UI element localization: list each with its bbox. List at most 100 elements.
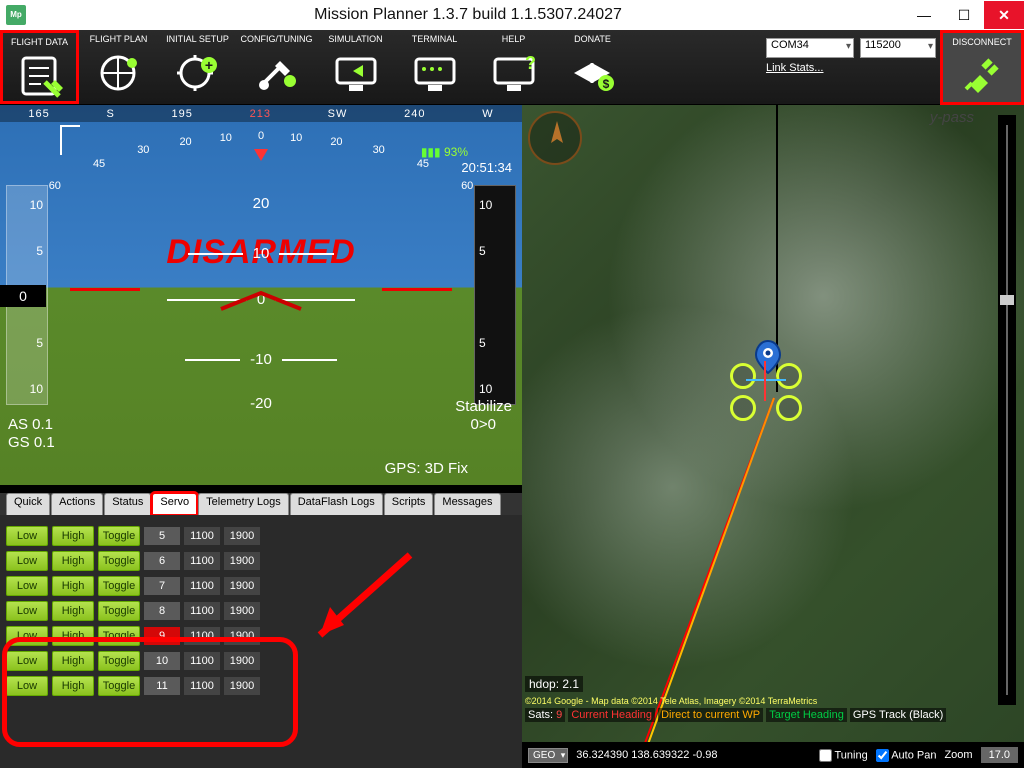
airspeed-label: AS 0.1 bbox=[8, 416, 53, 433]
servo-channel: 7 bbox=[144, 577, 180, 595]
servo-row: LowHighToggle711001900 bbox=[6, 576, 516, 596]
autopan-checkbox[interactable]: Auto Pan bbox=[876, 749, 937, 762]
servo-low-button[interactable]: Low bbox=[6, 551, 48, 571]
altitude-value: 0 bbox=[0, 285, 46, 307]
toolbar-donate[interactable]: DONATE $ bbox=[553, 30, 632, 104]
servo-low-value: 1100 bbox=[184, 677, 220, 695]
hud-corner-ul bbox=[60, 125, 80, 155]
toolbar-initial-setup[interactable]: INITIAL SETUP + bbox=[158, 30, 237, 104]
tab-status[interactable]: Status bbox=[104, 493, 151, 515]
servo-toggle-button[interactable]: Toggle bbox=[98, 626, 140, 646]
servo-row: LowHighToggle911001900 bbox=[6, 626, 516, 646]
map-layer-select[interactable]: GEO bbox=[528, 748, 568, 763]
map-corner-text: y-pass bbox=[930, 109, 974, 126]
servo-high-button[interactable]: High bbox=[52, 551, 94, 571]
signal-strength: ▮▮▮ 93% bbox=[421, 145, 468, 159]
flight-plan-icon bbox=[96, 50, 142, 96]
servo-toggle-button[interactable]: Toggle bbox=[98, 526, 140, 546]
servo-high-button[interactable]: High bbox=[52, 526, 94, 546]
map-status-bar: GEO 36.324390 138.639322 -0.98 Tuning Au… bbox=[522, 742, 1024, 768]
servo-toggle-button[interactable]: Toggle bbox=[98, 676, 140, 696]
gps-status: GPS: 3D Fix bbox=[385, 460, 468, 477]
servo-low-button[interactable]: Low bbox=[6, 626, 48, 646]
servo-low-button[interactable]: Low bbox=[6, 651, 48, 671]
servo-toggle-button[interactable]: Toggle bbox=[98, 551, 140, 571]
svg-text:$: $ bbox=[602, 77, 609, 91]
servo-toggle-button[interactable]: Toggle bbox=[98, 601, 140, 621]
toolbar-simulation[interactable]: SIMULATION bbox=[316, 30, 395, 104]
tuning-checkbox[interactable]: Tuning bbox=[819, 749, 868, 762]
servo-low-button[interactable]: Low bbox=[6, 576, 48, 596]
hud-display: 165S195213SW240W 60 45 30 20 10 0 10 20 … bbox=[0, 105, 522, 485]
servo-low-value: 1100 bbox=[184, 552, 220, 570]
minimize-button[interactable]: — bbox=[904, 1, 944, 29]
app-icon: Mp bbox=[6, 5, 26, 25]
map-compass-rose bbox=[528, 111, 582, 165]
zoom-label: Zoom bbox=[944, 749, 972, 761]
tab-scripts[interactable]: Scripts bbox=[384, 493, 434, 515]
servo-toggle-button[interactable]: Toggle bbox=[98, 576, 140, 596]
groundspeed-label: GS 0.1 bbox=[8, 434, 55, 451]
baud-rate-select[interactable]: 115200 bbox=[860, 38, 936, 58]
servo-channel: 5 bbox=[144, 527, 180, 545]
initial-setup-icon: + bbox=[175, 50, 221, 96]
servo-low-value: 1100 bbox=[184, 602, 220, 620]
tab-quick[interactable]: Quick bbox=[6, 493, 50, 515]
servo-high-button[interactable]: High bbox=[52, 676, 94, 696]
servo-low-value: 1100 bbox=[184, 627, 220, 645]
flight-mode: Stabilize bbox=[455, 398, 512, 415]
map-attribution: ©2014 Google - Map data ©2014 Tele Atlas… bbox=[525, 696, 817, 706]
servo-row: LowHighToggle811001900 bbox=[6, 601, 516, 621]
zoom-value: 17.0 bbox=[981, 747, 1018, 763]
main-toolbar: FLIGHT DATA FLIGHT PLAN INITIAL SETUP + … bbox=[0, 30, 1024, 105]
servo-row: LowHighToggle1011001900 bbox=[6, 651, 516, 671]
plug-icon bbox=[960, 51, 1004, 95]
servo-channel: 6 bbox=[144, 552, 180, 570]
servo-channel: 11 bbox=[144, 677, 180, 695]
servo-channel: 8 bbox=[144, 602, 180, 620]
servo-high-value: 1900 bbox=[224, 602, 260, 620]
hud-clock: 20:51:34 bbox=[461, 160, 512, 175]
servo-toggle-button[interactable]: Toggle bbox=[98, 651, 140, 671]
tab-servo[interactable]: Servo bbox=[152, 493, 197, 515]
com-port-select[interactable]: COM34 bbox=[766, 38, 854, 58]
servo-row: LowHighToggle611001900 bbox=[6, 551, 516, 571]
svg-text:?: ? bbox=[525, 53, 536, 73]
servo-low-value: 1100 bbox=[184, 527, 220, 545]
tab-actions[interactable]: Actions bbox=[51, 493, 103, 515]
data-tabs: Quick Actions Status Servo Telemetry Log… bbox=[0, 493, 522, 515]
servo-low-button[interactable]: Low bbox=[6, 676, 48, 696]
coords-readout: 36.324390 138.639322 -0.98 bbox=[576, 749, 717, 761]
servo-high-button[interactable]: High bbox=[52, 576, 94, 596]
toolbar-flight-plan[interactable]: FLIGHT PLAN bbox=[79, 30, 158, 104]
servo-high-button[interactable]: High bbox=[52, 626, 94, 646]
map-legend: Sats: 9 Current Heading Direct to curren… bbox=[525, 709, 946, 721]
servo-high-value: 1900 bbox=[224, 627, 260, 645]
servo-high-value: 1900 bbox=[224, 577, 260, 595]
toolbar-terminal[interactable]: TERMINAL bbox=[395, 30, 474, 104]
map-view[interactable]: y-pass hdop: 2.1 bbox=[522, 105, 1024, 742]
servo-row: LowHighToggle1111001900 bbox=[6, 676, 516, 696]
servo-high-button[interactable]: High bbox=[52, 601, 94, 621]
servo-low-value: 1100 bbox=[184, 577, 220, 595]
servo-high-value: 1900 bbox=[224, 527, 260, 545]
tab-dataflash-logs[interactable]: DataFlash Logs bbox=[290, 493, 383, 515]
toolbar-config-tuning[interactable]: CONFIG/TUNING bbox=[237, 30, 316, 104]
simulation-icon bbox=[333, 50, 379, 96]
toolbar-help[interactable]: HELP ? bbox=[474, 30, 553, 104]
disconnect-button[interactable]: DISCONNECT bbox=[940, 30, 1024, 105]
servo-high-button[interactable]: High bbox=[52, 651, 94, 671]
servo-channel: 9 bbox=[144, 627, 180, 645]
connection-area: COM34 115200 Link Stats... bbox=[766, 30, 940, 104]
maximize-button[interactable]: ☐ bbox=[944, 1, 984, 29]
tab-messages[interactable]: Messages bbox=[434, 493, 500, 515]
throttle-label: 0>0 bbox=[471, 416, 496, 433]
close-button[interactable]: ✕ bbox=[984, 1, 1024, 29]
link-stats-link[interactable]: Link Stats... bbox=[766, 62, 936, 74]
toolbar-flight-data[interactable]: FLIGHT DATA bbox=[0, 30, 79, 104]
zoom-slider[interactable] bbox=[998, 115, 1016, 705]
titlebar: Mp Mission Planner 1.3.7 build 1.1.5307.… bbox=[0, 0, 1024, 30]
servo-low-button[interactable]: Low bbox=[6, 601, 48, 621]
servo-low-button[interactable]: Low bbox=[6, 526, 48, 546]
tab-telemetry-logs[interactable]: Telemetry Logs bbox=[198, 493, 289, 515]
